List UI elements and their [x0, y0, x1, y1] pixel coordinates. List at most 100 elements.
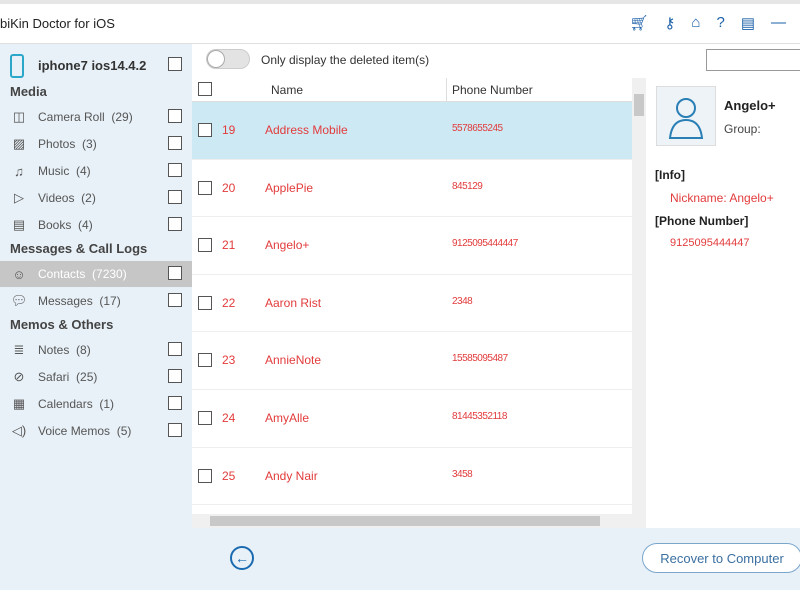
sidebar-section-title: Memos & Others — [10, 317, 114, 332]
row-phone: 5578655245 — [452, 123, 503, 134]
sidebar-item-checkbox[interactable] — [168, 423, 182, 437]
contact-detail: Angelo+ Group: [Info] Nickname: Angelo+ … — [648, 78, 800, 528]
search-input[interactable] — [706, 49, 800, 71]
sidebar-item-label: Messages (17) — [38, 294, 121, 308]
video-icon: ▷ — [14, 190, 24, 205]
speaker-icon: ◁) — [11, 423, 27, 438]
table-row[interactable]: 19 Address Mobile 5578655245 — [192, 102, 632, 160]
table-row[interactable]: 23 AnnieNote 15585095487 — [192, 332, 632, 390]
sidebar-item-videos[interactable]: ▷ Videos (2) — [0, 185, 192, 211]
detail-name: Angelo+ — [724, 98, 776, 113]
sidebar-item-safari[interactable]: ⊘ Safari (25) — [0, 364, 192, 390]
camera-icon: ◫ — [12, 109, 26, 124]
sidebar-item-checkbox[interactable] — [168, 266, 182, 280]
deleted-only-toggle[interactable] — [206, 49, 250, 69]
note-icon: ≣ — [13, 342, 25, 357]
sidebar-item-calendars[interactable]: ▦ Calendars (1) — [0, 391, 192, 417]
column-phone[interactable]: Phone Number — [452, 83, 533, 97]
row-checkbox[interactable] — [198, 123, 212, 137]
sidebar-item-voice-memos[interactable]: ◁) Voice Memos (5) — [0, 418, 192, 444]
main-panel: Only display the deleted item(s) Name Ph… — [192, 44, 800, 590]
sidebar-item-messages[interactable]: 💬︎ Messages (17) — [0, 288, 192, 314]
footer: ← Recover to Computer — [192, 528, 800, 590]
contacts-table: Name Phone Number 19 Address Mobile 557865… — [192, 78, 632, 528]
sidebar-item-checkbox[interactable] — [168, 369, 182, 383]
sidebar-item-checkbox[interactable] — [168, 136, 182, 150]
horizontal-scrollbar[interactable] — [192, 514, 632, 528]
sidebar-item-checkbox[interactable] — [168, 190, 182, 204]
sidebar-item-contacts[interactable]: ☺ Contacts (7230) — [0, 261, 192, 287]
book-icon: ▤ — [12, 217, 26, 232]
sidebar-item-checkbox[interactable] — [168, 293, 182, 307]
sidebar-item-checkbox[interactable] — [168, 109, 182, 123]
sidebar-section-title: Messages & Call Logs — [10, 241, 148, 256]
info-header: [Info] — [655, 168, 685, 182]
recover-button[interactable]: Recover to Computer — [642, 543, 800, 573]
avatar — [656, 86, 716, 146]
sidebar-item-checkbox[interactable] — [168, 342, 182, 356]
sidebar-item-notes[interactable]: ≣ Notes (8) — [0, 337, 192, 363]
phone-icon — [10, 54, 24, 78]
table-row[interactable]: 21 Angelo+ 9125095444447 — [192, 217, 632, 275]
compass-icon: ⊘ — [13, 369, 25, 384]
feedback-icon[interactable]: ▤ — [741, 14, 755, 32]
device-name: iphone7 ios14.4.2 — [38, 58, 147, 73]
title-bar: biKin Doctor for iOS 🛒︎ ⚷ ⌂ ? ▤ — — [0, 0, 800, 44]
column-name[interactable]: Name — [271, 83, 303, 97]
nickname-value: Angelo+ — [729, 191, 774, 205]
message-icon: 💬︎ — [10, 293, 28, 308]
row-name: AmyAlle — [265, 410, 310, 425]
sidebar-item-label: Books (4) — [38, 218, 93, 232]
toggle-label: Only display the deleted item(s) — [261, 53, 430, 67]
sidebar-item-checkbox[interactable] — [168, 217, 182, 231]
phone-header: [Phone Number] — [655, 214, 749, 228]
table-row[interactable]: 25 Andy Nair 3458 — [192, 448, 632, 506]
row-number: 21 — [222, 238, 236, 253]
cart-icon[interactable]: 🛒︎ — [629, 14, 648, 32]
sidebar-item-camera-roll[interactable]: ◫ Camera Roll (29) — [0, 104, 192, 130]
row-checkbox[interactable] — [198, 238, 212, 253]
sidebar-item-label: Camera Roll (29) — [38, 110, 133, 124]
sidebar-item-label: Calendars (1) — [38, 397, 115, 411]
row-number: 23 — [222, 353, 236, 368]
row-number: 19 — [222, 123, 236, 137]
sidebar-item-checkbox[interactable] — [168, 396, 182, 410]
vertical-scrollbar[interactable] — [632, 78, 646, 528]
table-row[interactable]: 20 ApplePie 845129 — [192, 160, 632, 218]
row-checkbox[interactable] — [198, 295, 212, 310]
contact-icon: ☺ — [12, 266, 26, 282]
key-icon[interactable]: ⚷ — [664, 14, 675, 32]
help-icon[interactable]: ? — [716, 14, 724, 32]
sidebar: iphone7 ios14.4.2 Media ◫ Camera Roll (29)… — [0, 44, 192, 590]
table-row[interactable]: 22 Aaron Rist 2348 — [192, 275, 632, 333]
sidebar-item-photos[interactable]: ▨ Photos (3) — [0, 131, 192, 157]
row-checkbox[interactable] — [198, 410, 212, 425]
sidebar-item-books[interactable]: ▤ Books (4) — [0, 212, 192, 238]
row-number: 20 — [222, 180, 236, 195]
device-checkbox[interactable] — [168, 57, 182, 71]
row-checkbox[interactable] — [198, 353, 212, 368]
table-row[interactable]: 24 AmyAlle 81445352118 — [192, 390, 632, 448]
sidebar-item-label: Videos (2) — [38, 191, 96, 205]
row-name: ApplePie — [265, 180, 314, 195]
sidebar-item-label: Notes (8) — [38, 343, 91, 357]
row-number: 24 — [222, 410, 236, 425]
row-phone: 81445352118 — [452, 410, 507, 422]
sidebar-item-music[interactable]: ♫ Music (4) — [0, 158, 192, 184]
row-name: Aaron Rist — [265, 295, 322, 310]
back-button[interactable]: ← — [230, 546, 254, 570]
home-icon[interactable]: ⌂ — [691, 14, 700, 32]
sidebar-item-checkbox[interactable] — [168, 163, 182, 177]
photo-icon: ▨ — [12, 136, 26, 151]
row-checkbox[interactable] — [198, 468, 212, 483]
row-number: 22 — [222, 295, 236, 310]
select-all-checkbox[interactable] — [198, 82, 212, 96]
row-name: Angelo+ — [265, 238, 310, 253]
sidebar-item-label: Photos (3) — [38, 137, 97, 151]
row-number: 25 — [222, 468, 236, 483]
group-label: Group: — [724, 122, 761, 136]
row-phone: 3458 — [452, 468, 473, 480]
row-checkbox[interactable] — [198, 180, 212, 195]
minimize-icon[interactable]: — — [771, 14, 786, 32]
sidebar-item-label: Music (4) — [38, 164, 91, 178]
